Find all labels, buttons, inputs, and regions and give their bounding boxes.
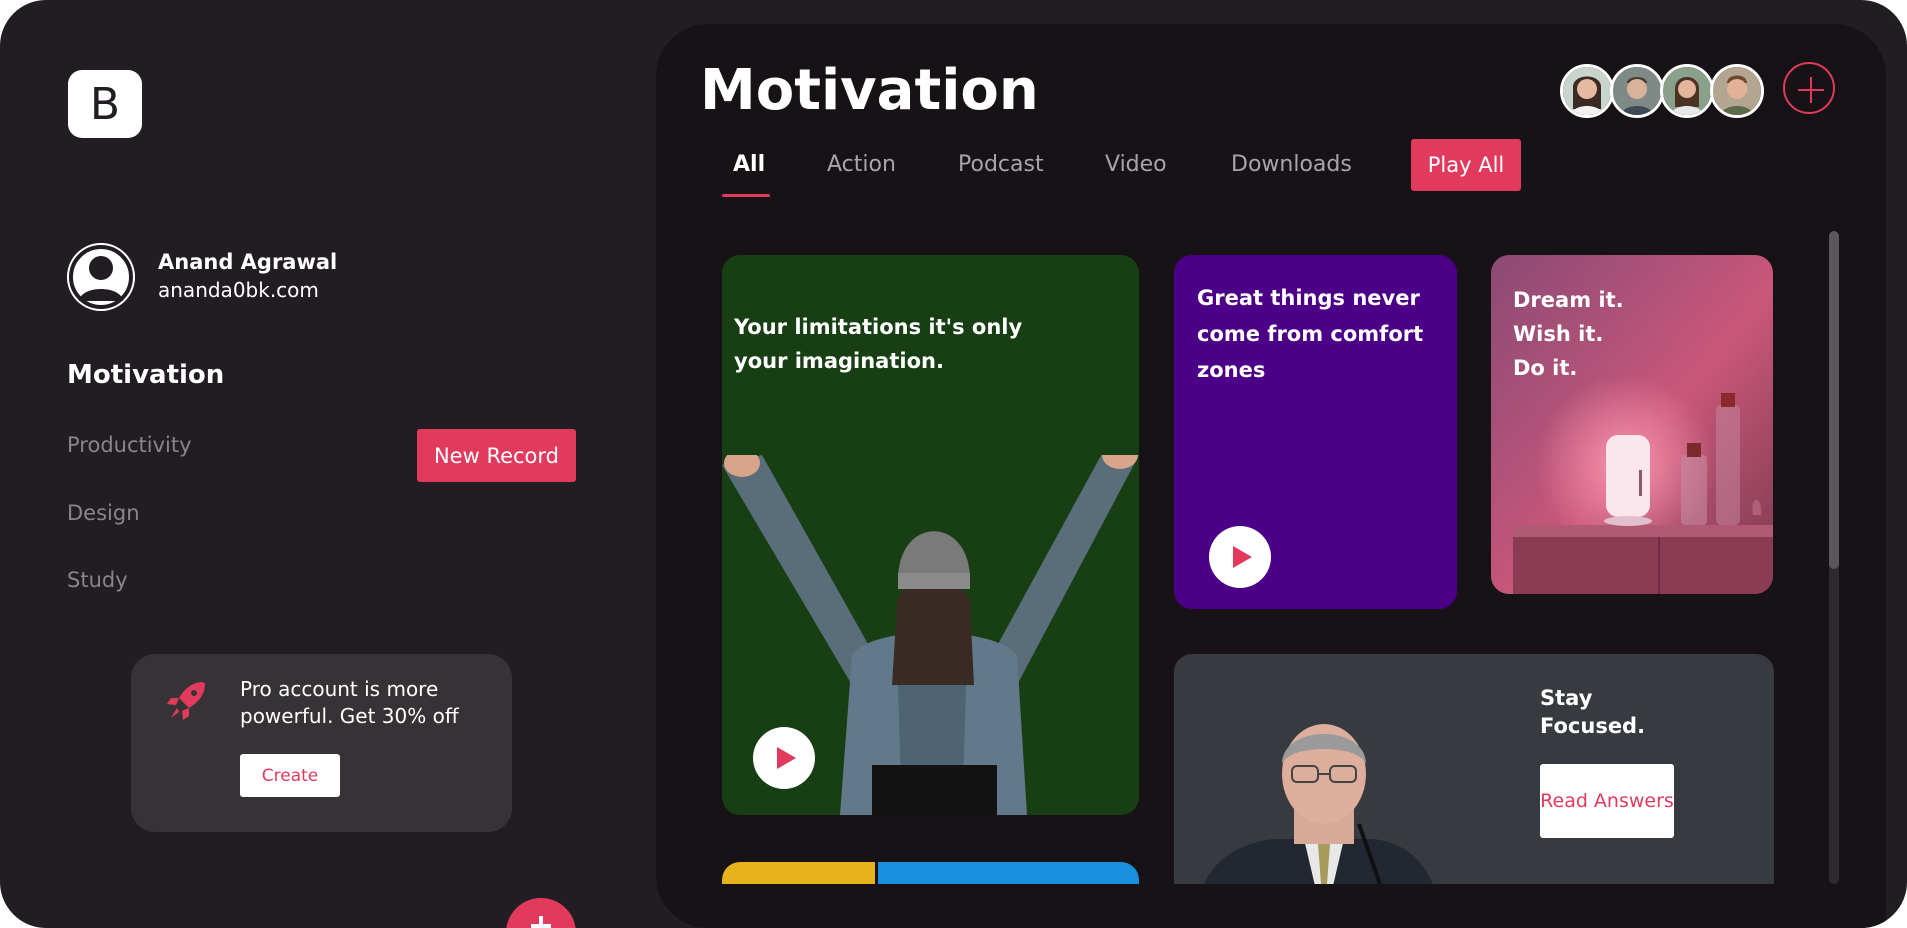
tab-video[interactable]: Video (1105, 152, 1167, 177)
avatar[interactable] (1610, 64, 1664, 118)
play-icon[interactable] (753, 727, 815, 789)
card-focused-text: Stay Focused. (1540, 686, 1646, 738)
card-dream-it[interactable]: Dream it. Wish it. Do it. (1491, 255, 1773, 594)
add-icon[interactable] (506, 898, 576, 928)
sidebar-heading[interactable]: Motivation (67, 360, 224, 390)
promo-text: Pro account is more powerful. Get 30% of… (240, 677, 459, 728)
dream-line: Wish it. (1513, 322, 1604, 346)
dream-line: Dream it. (1513, 288, 1624, 312)
scrollbar-thumb[interactable] (1829, 231, 1839, 569)
user-email: ananda0bk.com (158, 278, 319, 302)
rocket-icon (167, 682, 205, 720)
tab-podcast[interactable]: Podcast (958, 152, 1044, 177)
card-limitations-text: Your limitations it's only your imaginat… (734, 315, 1023, 373)
sidebar-item-productivity[interactable]: Productivity (67, 433, 192, 457)
active-tab-indicator (722, 194, 770, 197)
play-all-button[interactable]: Play All (1411, 139, 1521, 191)
card-dream-text: Dream it. Wish it. Do it. (1513, 283, 1624, 385)
avatar[interactable] (1660, 64, 1714, 118)
user-name: Anand Agrawal (158, 250, 338, 274)
brand-logo[interactable]: B (68, 70, 142, 138)
card-comfort-zones[interactable]: Great things never come from comfort zon… (1174, 255, 1457, 609)
dream-line: Do it. (1513, 356, 1578, 380)
speaker-photo (1197, 724, 1458, 904)
play-icon[interactable] (1209, 526, 1271, 588)
tab-all[interactable]: All (733, 152, 765, 177)
tab-downloads[interactable]: Downloads (1231, 152, 1352, 177)
new-record-button[interactable]: New Record (417, 429, 576, 482)
card-stay-focused[interactable]: Stay Focused. Read Answers (1174, 654, 1774, 904)
tab-action[interactable]: Action (827, 152, 896, 177)
card-limitations[interactable]: Your limitations it's only your imaginat… (722, 255, 1139, 815)
create-button[interactable]: Create (240, 754, 340, 797)
sidebar-item-study[interactable]: Study (67, 568, 128, 592)
avatar[interactable] (1710, 64, 1764, 118)
promo-card: Pro account is more powerful. Get 30% of… (131, 654, 512, 832)
page-title: Motivation (700, 58, 1039, 123)
main-panel: Motivation All Action Podcast Video Down… (656, 24, 1886, 928)
avatar[interactable] (1560, 64, 1614, 118)
add-member-button[interactable] (1783, 62, 1835, 114)
content-bottom-edge (656, 884, 1886, 928)
card-comfort-text: Great things never come from comfort zon… (1197, 286, 1424, 382)
user-avatar-icon[interactable] (67, 243, 135, 311)
app-window: B Anand Agrawal ananda0bk.com Motivation… (0, 0, 1907, 928)
read-answers-button[interactable]: Read Answers (1540, 764, 1674, 838)
sidebar-item-design[interactable]: Design (67, 501, 140, 525)
